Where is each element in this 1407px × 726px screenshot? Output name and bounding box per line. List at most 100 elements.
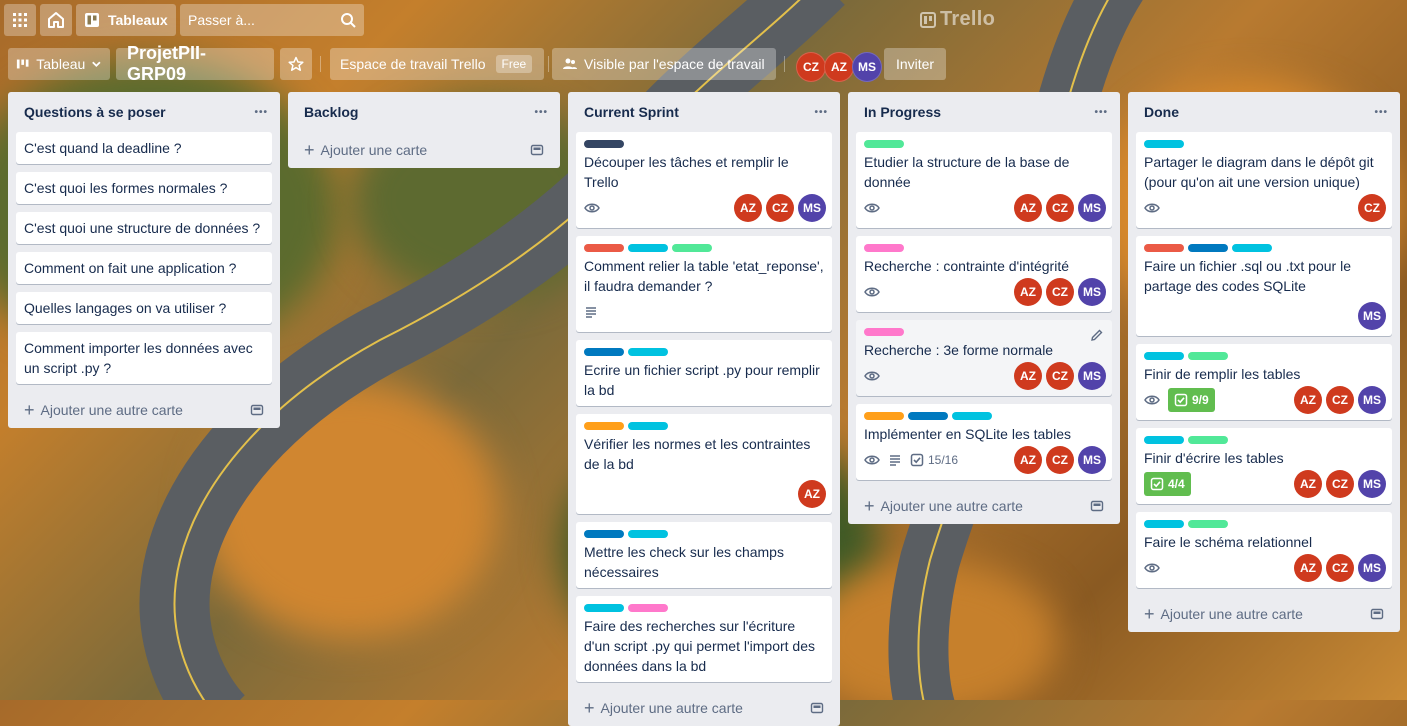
member-avatar[interactable]: MS <box>1358 554 1386 582</box>
home-button[interactable] <box>40 4 72 36</box>
list-title[interactable]: Questions à se poser <box>24 104 166 120</box>
card-label-sky[interactable] <box>628 348 668 356</box>
member-avatar[interactable]: AZ <box>1014 446 1042 474</box>
card-label-sky[interactable] <box>628 244 668 252</box>
card[interactable]: Ecrire un fichier script .py pour rempli… <box>576 340 832 406</box>
member-avatar[interactable]: MS <box>1358 386 1386 414</box>
create-from-template-button[interactable] <box>810 701 824 715</box>
member-avatar[interactable]: AZ <box>1014 362 1042 390</box>
card-label-sky[interactable] <box>628 422 668 430</box>
card[interactable]: Faire un fichier .sql ou .txt pour le pa… <box>1136 236 1392 336</box>
search-box[interactable] <box>180 4 364 36</box>
create-from-template-button[interactable] <box>1370 607 1384 621</box>
card-label-red[interactable] <box>584 244 624 252</box>
card-label-pink[interactable] <box>628 604 668 612</box>
card-label-sky[interactable] <box>628 530 668 538</box>
card-label-sky[interactable] <box>1144 140 1184 148</box>
edit-card-button[interactable] <box>1090 328 1104 345</box>
list-menu-icon[interactable]: ••• <box>814 107 828 118</box>
boards-button[interactable]: Tableaux <box>76 4 176 36</box>
card[interactable]: Quelles langages on va utiliser ? <box>16 292 272 324</box>
add-card-button[interactable]: + Ajouter une carte <box>296 132 552 168</box>
card[interactable]: C'est quoi une structure de données ? <box>16 212 272 244</box>
member-avatar[interactable]: MS <box>852 52 882 82</box>
add-card-button[interactable]: + Ajouter une autre carte <box>1136 596 1392 632</box>
card[interactable]: Etudier la structure de la base de donné… <box>856 132 1112 228</box>
card-label-lime[interactable] <box>864 140 904 148</box>
card-label-pink[interactable] <box>864 328 904 336</box>
card[interactable]: Vérifier les normes et les contraintes d… <box>576 414 832 514</box>
list-column[interactable]: Done ••• Partager le diagram dans le dépôt… <box>1128 92 1400 632</box>
create-from-template-button[interactable] <box>250 403 264 417</box>
member-avatar[interactable]: MS <box>1078 278 1106 306</box>
card-label-orange[interactable] <box>864 412 904 420</box>
member-avatar[interactable]: CZ <box>1046 278 1074 306</box>
member-avatar[interactable]: AZ <box>1294 470 1322 498</box>
list-title[interactable]: Done <box>1144 104 1179 120</box>
card-label-sky[interactable] <box>1232 244 1272 252</box>
member-avatar[interactable]: CZ <box>1326 386 1354 414</box>
card-label-sky[interactable] <box>584 604 624 612</box>
invite-button[interactable]: Inviter <box>884 48 946 80</box>
member-avatar[interactable]: CZ <box>766 194 794 222</box>
member-avatar[interactable]: AZ <box>1294 554 1322 582</box>
list-header[interactable]: Current Sprint ••• <box>576 92 832 132</box>
card-label-blue[interactable] <box>584 530 624 538</box>
list-title[interactable]: Current Sprint <box>584 104 679 120</box>
member-avatar[interactable]: AZ <box>734 194 762 222</box>
list-column[interactable]: In Progress ••• Etudier la structure de la… <box>848 92 1120 524</box>
card[interactable]: Implémenter en SQLite les tables 15/16 AZ C… <box>856 404 1112 480</box>
list-column[interactable]: Backlog ••• + Ajouter une carte <box>288 92 560 168</box>
list-menu-icon[interactable]: ••• <box>1374 107 1388 118</box>
card[interactable]: C'est quoi les formes normales ? <box>16 172 272 204</box>
member-avatar[interactable]: AZ <box>1014 194 1042 222</box>
add-card-button[interactable]: + Ajouter une autre carte <box>16 392 272 428</box>
list-menu-icon[interactable]: ••• <box>254 107 268 118</box>
member-avatar[interactable]: CZ <box>796 52 826 82</box>
member-avatar[interactable]: AZ <box>798 480 826 508</box>
member-avatar[interactable]: MS <box>1358 302 1386 330</box>
card[interactable]: Faire le schéma relationnel AZ CZ MS <box>1136 512 1392 588</box>
member-avatar[interactable]: CZ <box>1046 446 1074 474</box>
card-label-red[interactable] <box>1144 244 1184 252</box>
card[interactable]: Partager le diagram dans le dépôt git (p… <box>1136 132 1392 228</box>
member-avatar[interactable]: CZ <box>1326 470 1354 498</box>
list-header[interactable]: In Progress ••• <box>856 92 1112 132</box>
card[interactable]: Finir d'écrire les tables 4/4 AZ CZ MS <box>1136 428 1392 504</box>
card-label-lime[interactable] <box>672 244 712 252</box>
member-avatar[interactable]: CZ <box>1326 554 1354 582</box>
list-header[interactable]: Questions à se poser ••• <box>16 92 272 132</box>
list-menu-icon[interactable]: ••• <box>1094 107 1108 118</box>
member-avatar[interactable]: AZ <box>1014 278 1042 306</box>
card[interactable]: Comment on fait une application ? <box>16 252 272 284</box>
create-from-template-button[interactable] <box>530 143 544 157</box>
card[interactable]: Mettre les check sur les champs nécessai… <box>576 522 832 588</box>
card-label-sky[interactable] <box>952 412 992 420</box>
search-input[interactable] <box>180 11 340 29</box>
list-header[interactable]: Backlog ••• <box>296 92 552 132</box>
list-title[interactable]: Backlog <box>304 104 358 120</box>
member-avatar[interactable]: CZ <box>1358 194 1386 222</box>
create-from-template-button[interactable] <box>1090 499 1104 513</box>
edit-pencil-icon[interactable] <box>1090 328 1104 342</box>
member-avatar[interactable]: CZ <box>1046 362 1074 390</box>
card[interactable]: Faire des recherches sur l'écriture d'un… <box>576 596 832 682</box>
card-label-sky[interactable] <box>1144 436 1184 444</box>
card-label-orange[interactable] <box>584 422 624 430</box>
member-avatar[interactable]: MS <box>1078 194 1106 222</box>
board-title[interactable]: ProjetPII-GRP09 <box>116 43 274 84</box>
card-label-lime[interactable] <box>1188 520 1228 528</box>
member-avatar[interactable]: MS <box>1078 446 1106 474</box>
card[interactable]: Comment importer les données avec un scr… <box>16 332 272 384</box>
card[interactable]: Finir de remplir les tables 9/9 AZ CZ MS <box>1136 344 1392 420</box>
list-title[interactable]: In Progress <box>864 104 941 120</box>
star-button[interactable] <box>280 48 312 80</box>
member-avatar[interactable]: MS <box>1078 362 1106 390</box>
member-avatar[interactable]: AZ <box>824 52 854 82</box>
card[interactable]: C'est quand la deadline ? <box>16 132 272 164</box>
card-label-lime[interactable] <box>1188 436 1228 444</box>
trello-logo[interactable]: Trello <box>920 8 995 31</box>
card-label-blue[interactable] <box>1188 244 1228 252</box>
card-label-sky[interactable] <box>1144 352 1184 360</box>
card[interactable]: Découper les tâches et remplir le Trello… <box>576 132 832 228</box>
